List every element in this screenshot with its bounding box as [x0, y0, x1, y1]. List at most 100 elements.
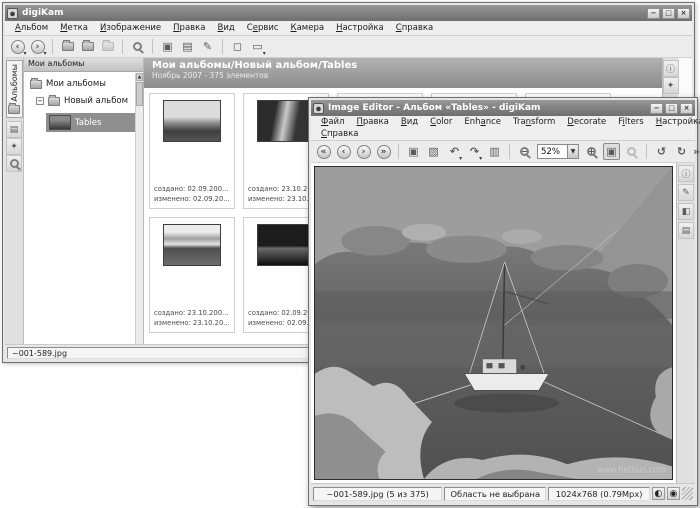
- next-image-icon[interactable]: ›: [354, 142, 373, 161]
- trash-icon[interactable]: ▥: [485, 142, 504, 161]
- tags-filter-tab-icon[interactable]: ✦: [663, 77, 679, 94]
- menu-item[interactable]: Настройка: [330, 22, 390, 34]
- albums-tab[interactable]: Альбомы: [6, 60, 23, 118]
- image-view-icon[interactable]: ▣: [158, 37, 177, 56]
- slideshow-icon[interactable]: ▭: [248, 37, 267, 56]
- toolbar-icon: ↻: [677, 145, 686, 158]
- menu-item[interactable]: Color: [424, 116, 458, 128]
- toolbar-icon: ▣: [603, 143, 619, 160]
- thumbnail-created-label: создано: 02.09.200...: [154, 184, 230, 194]
- zoom-select-icon[interactable]: [622, 142, 641, 161]
- menu-item[interactable]: Файл: [315, 116, 351, 128]
- menu-item[interactable]: Камера: [285, 22, 331, 34]
- menu-item[interactable]: Правка: [167, 22, 211, 34]
- toolbar-icon: ▧: [428, 145, 438, 158]
- main-toolbar: ‹› ▣▤ ✎ ◻ ▭: [5, 36, 692, 58]
- tree-item-new-album[interactable]: − Новый альбом: [36, 96, 143, 106]
- dates-tab-icon[interactable]: ▤: [6, 121, 22, 138]
- save-as-icon[interactable]: ▧: [424, 142, 443, 161]
- image-stack-icon[interactable]: ▤: [178, 37, 197, 56]
- last-image-icon[interactable]: »: [374, 142, 393, 161]
- toolbar-icon: [82, 42, 94, 51]
- comments-tab-icon[interactable]: ▤: [678, 222, 694, 239]
- toolbar-icon: [102, 42, 114, 51]
- menu-item[interactable]: Сервис: [241, 22, 285, 34]
- editor-titlebar[interactable]: Image Editor - Альбом «Tables» - digiKam…: [311, 100, 695, 116]
- menu-item[interactable]: Transform: [507, 116, 561, 128]
- back-icon[interactable]: ‹: [8, 37, 27, 56]
- menu-item[interactable]: Метка: [54, 22, 94, 34]
- thumbnail-modified-label: изменено: 02.09.20...: [154, 194, 230, 204]
- menu-item[interactable]: Filters: [612, 116, 650, 128]
- chevron-down-icon[interactable]: ▼: [567, 145, 578, 158]
- toolbar-separator: [52, 39, 53, 54]
- toolbar-separator: [646, 144, 647, 159]
- scrollbar-thumb[interactable]: [136, 82, 143, 106]
- album-properties-icon[interactable]: [78, 37, 97, 56]
- fit-window-icon[interactable]: ▣: [602, 142, 621, 161]
- redo-icon[interactable]: ↷: [465, 142, 484, 161]
- resize-grip[interactable]: [682, 487, 693, 500]
- thumbnail-card[interactable]: создано: 23.10.200... изменено: 23.10.20…: [149, 217, 235, 333]
- previous-image-icon[interactable]: ‹: [334, 142, 353, 161]
- albums-tab-label: Альбомы: [10, 64, 19, 101]
- edit-image-icon[interactable]: ✎: [198, 37, 217, 56]
- forward-icon[interactable]: ›: [28, 37, 47, 56]
- menu-item[interactable]: Decorate: [561, 116, 612, 128]
- menu-item[interactable]: Enhance: [458, 116, 507, 128]
- underexposure-indicator-icon[interactable]: ◐: [652, 487, 665, 500]
- album-path-title: Мои альбомы/Новый альбом/Tables: [152, 60, 654, 71]
- rotate-left-icon[interactable]: ↺: [652, 142, 671, 161]
- overexposure-indicator-icon[interactable]: ◉: [667, 487, 680, 500]
- new-album-icon[interactable]: [58, 37, 77, 56]
- menu-item[interactable]: Справка: [390, 22, 439, 34]
- menu-item[interactable]: Настройка: [650, 116, 700, 128]
- minimize-button[interactable]: −: [647, 8, 660, 19]
- close-button[interactable]: ×: [677, 8, 690, 19]
- toolbar-icon: ↷: [470, 145, 479, 158]
- thumbnail-modified-label: изменено: 23.10.20...: [154, 318, 230, 328]
- tree-item-tables[interactable]: Tables: [46, 113, 140, 132]
- properties-tab-icon[interactable]: ⓘ: [678, 165, 694, 182]
- search-icon[interactable]: [128, 37, 147, 56]
- scroll-up-icon[interactable]: ▲: [136, 73, 143, 81]
- rotate-right-icon[interactable]: ↻: [672, 142, 691, 161]
- zoom-level-select[interactable]: 52% ▼: [537, 144, 579, 159]
- main-titlebar[interactable]: digiKam − □ ×: [5, 5, 692, 21]
- delete-album-icon[interactable]: [98, 37, 117, 56]
- menu-item[interactable]: Вид: [395, 116, 424, 128]
- properties-tab-icon[interactable]: ⓘ: [663, 60, 679, 77]
- toolbar-icon: ✎: [203, 40, 212, 53]
- minimize-button[interactable]: −: [650, 103, 663, 114]
- tree-scrollbar[interactable]: ▲: [135, 73, 143, 344]
- collapse-expander-icon[interactable]: −: [36, 97, 44, 105]
- menu-item[interactable]: Изображение: [94, 22, 167, 34]
- toolbar-overflow-icon[interactable]: »: [693, 142, 700, 161]
- thumbnail-image: [163, 224, 221, 266]
- save-icon[interactable]: ▣: [404, 142, 423, 161]
- zoom-in-icon[interactable]: +: [582, 142, 601, 161]
- undo-icon[interactable]: ↶: [445, 142, 464, 161]
- editor-statusbar: ~001-589.jpg (5 из 375) Область не выбра…: [311, 483, 695, 503]
- menu-item[interactable]: Правка: [351, 116, 395, 128]
- first-image-icon[interactable]: «: [314, 142, 333, 161]
- metadata-tab-icon[interactable]: ✎: [678, 184, 694, 201]
- close-button[interactable]: ×: [680, 103, 693, 114]
- colors-tab-icon[interactable]: ◧: [678, 203, 694, 220]
- searches-tab-icon[interactable]: [6, 155, 22, 172]
- menu-item[interactable]: Альбом: [9, 22, 54, 34]
- menu-item[interactable]: Вид: [212, 22, 241, 34]
- tree-item-my-albums[interactable]: Мои альбомы: [30, 79, 143, 89]
- zoom-out-icon[interactable]: −: [515, 142, 534, 161]
- tags-tab-icon[interactable]: ✦: [6, 138, 22, 155]
- editor-canvas[interactable]: www.hetbus.com: [311, 163, 676, 483]
- image-size-label: 1024x768 (0.79Mpx): [548, 487, 650, 501]
- thumbnail-card[interactable]: создано: 02.09.200... изменено: 02.09.20…: [149, 93, 235, 209]
- maximize-button[interactable]: □: [665, 103, 678, 114]
- toolbar-icon: +: [587, 147, 596, 156]
- select-tool-icon[interactable]: ◻: [228, 37, 247, 56]
- toolbar-icon: ◻: [233, 40, 242, 53]
- menu-item[interactable]: Справка: [315, 128, 364, 140]
- albums-tab-icon: [8, 105, 20, 114]
- maximize-button[interactable]: □: [662, 8, 675, 19]
